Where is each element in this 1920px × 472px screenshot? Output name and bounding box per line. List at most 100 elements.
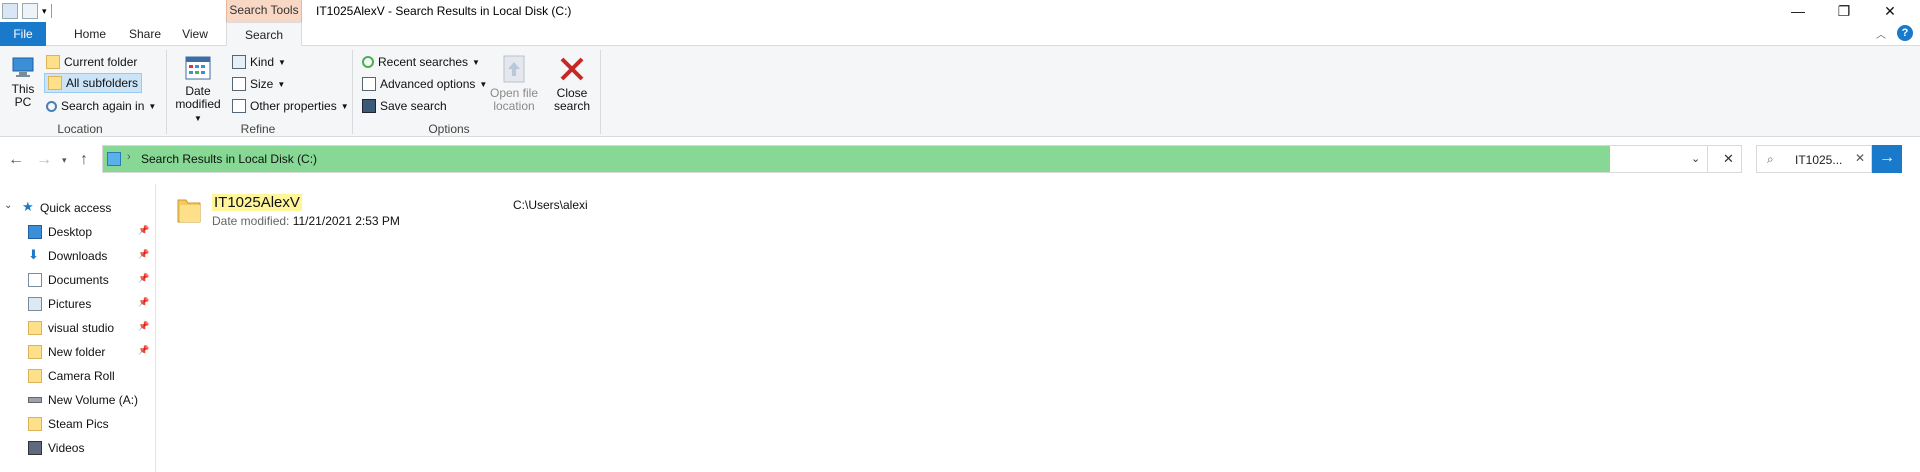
minimize-icon: —: [1791, 3, 1805, 19]
back-arrow-icon[interactable]: ←: [8, 151, 24, 169]
close-icon: ✕: [1884, 2, 1896, 19]
current-folder-label: Current folder: [64, 55, 138, 69]
quick-access-item[interactable]: ⌄ ★ Quick access: [0, 196, 156, 220]
search-again-in-label: Search again in: [61, 99, 145, 113]
search-go-button[interactable]: →: [1872, 145, 1902, 173]
sidebar-item-label: Pictures: [48, 297, 92, 311]
subfolders-icon: [48, 76, 62, 90]
recent-locations-chevron-icon[interactable]: ▾: [62, 155, 67, 166]
address-dropdown-icon[interactable]: ⌄: [1691, 152, 1700, 165]
sidebar-item-label: Documents: [48, 273, 109, 287]
folder-icon: [28, 345, 42, 359]
close-search-button[interactable]: Close search: [548, 54, 596, 113]
recent-searches-button[interactable]: Recent searches ▼: [362, 52, 480, 72]
size-icon: [232, 77, 246, 91]
sidebar-item-new-volume-a[interactable]: New Volume (A:): [0, 388, 156, 412]
customize-qat-icon[interactable]: ▾: [42, 6, 47, 17]
result-path: C:\Users\alexi: [513, 198, 588, 212]
help-icon[interactable]: ?: [1897, 25, 1913, 41]
chevron-down-icon[interactable]: ⌄: [4, 200, 12, 211]
search-progress-fill: [103, 146, 1610, 172]
folder-icon: [28, 321, 42, 335]
sidebar-item-label: New folder: [48, 345, 106, 359]
this-pc-icon: [12, 57, 34, 77]
clear-search-icon[interactable]: ✕: [1855, 151, 1865, 165]
current-folder-button[interactable]: Current folder: [46, 52, 137, 72]
date-modified-label: Date modified: [175, 84, 221, 111]
kind-button[interactable]: Kind ▼: [232, 52, 286, 72]
restore-button[interactable]: ❐: [1821, 0, 1867, 22]
all-subfolders-button[interactable]: All subfolders: [44, 73, 143, 93]
kind-icon: [232, 55, 246, 69]
tab-view[interactable]: View: [174, 22, 216, 46]
sidebar-item-visual-studio[interactable]: visual studio 📌: [0, 316, 156, 340]
breadcrumb-chevron-icon[interactable]: ›: [127, 151, 131, 163]
pin-icon: 📌: [138, 345, 150, 355]
search-tools-context-label: Search Tools: [226, 0, 302, 22]
search-box[interactable]: ⌕ IT1025... ✕: [1756, 145, 1872, 173]
advanced-options-button[interactable]: Advanced options ▼: [362, 74, 487, 94]
restore-icon: ❐: [1837, 2, 1851, 19]
sidebar-item-steam-pics[interactable]: Steam Pics: [0, 412, 156, 436]
tab-share[interactable]: Share: [120, 22, 170, 46]
other-properties-label: Other properties: [250, 99, 337, 113]
save-icon: [362, 99, 376, 113]
sidebar-item-pictures[interactable]: Pictures 📌: [0, 292, 156, 316]
sidebar-item-label: Steam Pics: [48, 417, 109, 431]
size-button[interactable]: Size ▼: [232, 74, 285, 94]
navigation-pane: ⌄ ★ Quick access Desktop 📌 ⬇ Downloads 📌 Docu…: [0, 184, 156, 472]
collapse-ribbon-icon[interactable]: ︿: [1876, 26, 1886, 41]
result-name[interactable]: IT1025AlexV: [212, 194, 302, 211]
quick-access-toolbar: ▾: [2, 2, 52, 20]
documents-icon: [28, 273, 42, 287]
minimize-button[interactable]: —: [1775, 0, 1821, 22]
sidebar-item-documents[interactable]: Documents 📌: [0, 268, 156, 292]
pin-icon: 📌: [138, 321, 150, 331]
sidebar-item-desktop[interactable]: Desktop 📌: [0, 220, 156, 244]
search-input[interactable]: IT1025...: [1795, 153, 1842, 167]
search-icon: ⌕: [1767, 152, 1774, 166]
tab-file[interactable]: File: [0, 22, 46, 46]
other-properties-button[interactable]: Other properties ▼: [232, 96, 349, 116]
open-file-location-button[interactable]: Open file location: [486, 54, 542, 113]
advanced-options-label: Advanced options: [380, 77, 476, 91]
pin-icon: 📌: [138, 273, 150, 283]
date-modified-button[interactable]: Date modified ▼: [170, 54, 226, 125]
tab-home[interactable]: Home: [64, 22, 116, 46]
qat-separator: [50, 4, 52, 18]
result-date-modified: Date modified: 11/21/2021 2:53 PM: [212, 214, 400, 228]
chevron-down-icon: ▼: [278, 57, 286, 67]
desktop-icon: [28, 225, 42, 239]
sidebar-item-new-folder[interactable]: New folder 📌: [0, 340, 156, 364]
other-properties-icon: [232, 99, 246, 113]
sidebar-item-camera-roll[interactable]: Camera Roll: [0, 364, 156, 388]
location-group-label: Location: [57, 122, 103, 136]
close-search-icon: [560, 57, 584, 81]
save-search-button[interactable]: Save search: [362, 96, 447, 116]
tab-search[interactable]: Search: [226, 22, 302, 47]
chevron-down-icon: ▼: [472, 57, 480, 67]
all-subfolders-label: All subfolders: [66, 76, 139, 90]
sidebar-item-videos[interactable]: Videos: [0, 436, 156, 460]
new-folder-icon[interactable]: [22, 3, 38, 19]
title-bar: ▾ Search Tools IT1025AlexV - Search Resu…: [0, 0, 1920, 22]
address-bar[interactable]: › Search Results in Local Disk (C:) ⌄ ✕: [102, 145, 1742, 173]
sidebar-item-downloads[interactable]: ⬇ Downloads 📌: [0, 244, 156, 268]
date-modified-key: Date modified:: [212, 214, 290, 228]
date-modified-label-wrap: Date modified ▼: [170, 85, 226, 125]
list-item[interactable]: IT1025AlexV Date modified: 11/21/2021 2:…: [176, 192, 776, 232]
refine-group-label: Refine: [240, 122, 276, 136]
address-path[interactable]: Search Results in Local Disk (C:): [141, 152, 317, 166]
search-again-in-button[interactable]: Search again in ▼: [46, 96, 156, 116]
pin-icon: 📌: [138, 297, 150, 307]
close-window-button[interactable]: ✕: [1867, 0, 1913, 22]
this-pc-button[interactable]: This PC: [8, 54, 38, 109]
ribbon-separator: [600, 50, 601, 134]
forward-arrow-icon[interactable]: →: [36, 151, 52, 169]
up-arrow-icon[interactable]: ↑: [80, 151, 88, 169]
close-search-label: Close search: [553, 86, 591, 113]
star-icon: ★: [22, 199, 34, 214]
sidebar-item-label: Camera Roll: [48, 369, 115, 383]
properties-icon[interactable]: [2, 3, 18, 19]
stop-search-icon[interactable]: ✕: [1723, 151, 1734, 167]
